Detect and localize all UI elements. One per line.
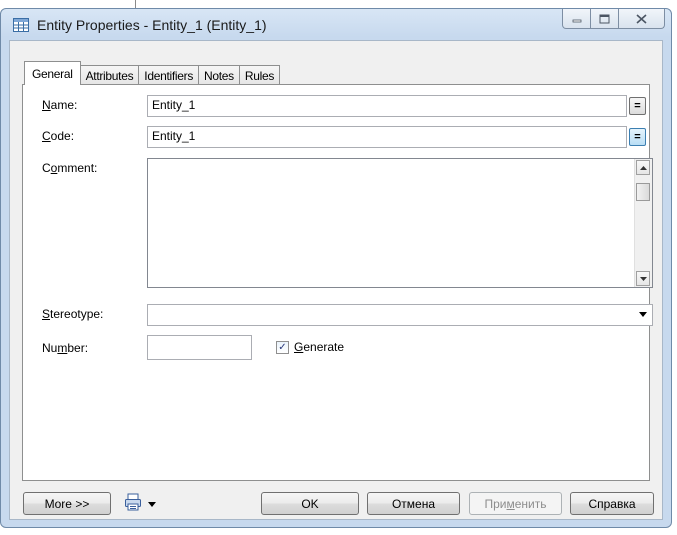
code-name-sync-button[interactable]: =: [629, 128, 646, 146]
ok-button[interactable]: OK: [261, 492, 359, 515]
checkmark-icon: ✓: [278, 341, 287, 353]
scroll-up-icon: [639, 165, 647, 170]
tab-identifiers[interactable]: Identifiers: [138, 65, 200, 85]
dialog-client-area: General Attributes Identifiers Notes Rul…: [9, 40, 663, 520]
generate-checkbox[interactable]: ✓: [276, 341, 289, 354]
tab-attributes[interactable]: Attributes: [79, 65, 140, 85]
stereotype-label: Stereotype:: [42, 307, 104, 321]
cancel-button[interactable]: Отмена: [367, 492, 460, 515]
help-button[interactable]: Справка: [570, 492, 654, 515]
scroll-down-button[interactable]: [636, 271, 650, 286]
stereotype-combobox[interactable]: [147, 304, 653, 326]
tab-strip: General Attributes Identifiers Notes Rul…: [24, 61, 281, 85]
tab-rules[interactable]: Rules: [238, 65, 281, 85]
close-icon: [636, 13, 647, 24]
comment-textarea[interactable]: [147, 158, 653, 288]
scroll-down-icon: [639, 276, 647, 281]
name-code-sync-button[interactable]: =: [629, 97, 646, 115]
generate-label[interactable]: Generate: [294, 340, 344, 354]
close-button[interactable]: [619, 9, 665, 29]
number-label: Number:: [42, 341, 89, 355]
general-tab-panel: Name: Entity_1 = Code: Entity_1 = Commen…: [22, 84, 653, 481]
chevron-down-icon: [639, 312, 647, 317]
table-icon: [13, 18, 29, 32]
comment-scrollbar[interactable]: [634, 159, 652, 287]
scroll-thumb[interactable]: [636, 183, 650, 201]
background-divider: [135, 0, 136, 8]
name-label: Name:: [42, 98, 78, 112]
title-bar[interactable]: Entity Properties - Entity_1 (Entity_1): [1, 9, 671, 41]
comment-label: Comment:: [42, 161, 98, 175]
entity-properties-window: Entity Properties - Entity_1 (Entity_1) …: [0, 8, 672, 528]
print-dropdown-arrow-icon[interactable]: [148, 502, 156, 507]
tab-general[interactable]: General: [24, 61, 81, 85]
name-input[interactable]: Entity_1: [147, 95, 627, 117]
code-input[interactable]: Entity_1: [147, 126, 627, 148]
minimize-button[interactable]: [562, 9, 591, 29]
minimize-icon: [572, 19, 581, 22]
window-title: Entity Properties - Entity_1 (Entity_1): [37, 17, 267, 33]
maximize-icon: [599, 14, 610, 23]
code-label: Code:: [42, 129, 75, 143]
scroll-up-button[interactable]: [636, 160, 650, 175]
tab-notes[interactable]: Notes: [198, 65, 240, 85]
more-button[interactable]: More >>: [23, 492, 111, 515]
maximize-button[interactable]: [591, 9, 619, 29]
printer-icon[interactable]: [124, 493, 142, 511]
number-input[interactable]: [147, 335, 252, 360]
apply-button[interactable]: При м енить: [469, 492, 562, 515]
